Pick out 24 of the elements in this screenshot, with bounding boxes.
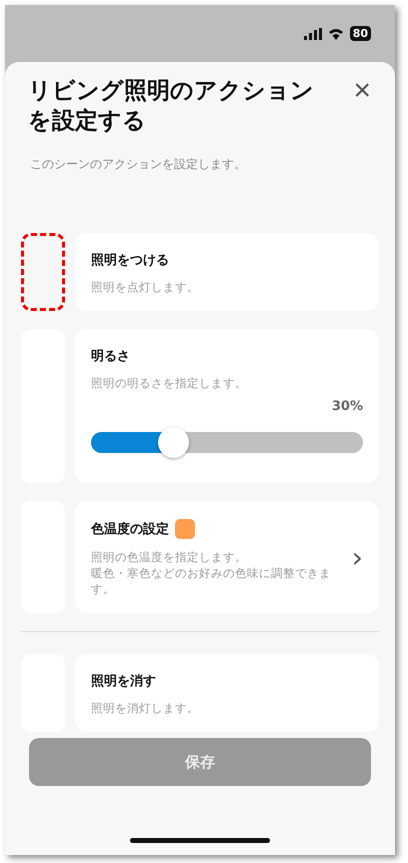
action-description: 暖色・寒色などのお好みの色味に調整できます。 (91, 565, 332, 597)
action-card[interactable]: 照明をつける 照明を点灯します。 (75, 233, 379, 311)
action-card[interactable]: 照明を消す 照明を消灯します。 (75, 654, 379, 732)
close-button[interactable]: × (345, 76, 379, 106)
wifi-icon (328, 28, 344, 40)
action-card[interactable]: 明るさ 照明の明るさを指定します。 30% (75, 329, 379, 483)
action-description: 照明を消灯します。 (91, 700, 200, 716)
brightness-reading: 30% (332, 399, 363, 414)
signal-icon (304, 28, 322, 40)
action-title: 照明を消す (91, 673, 156, 690)
action-card[interactable]: 色温度の設定 照明の色温度を指定します。 暖色・寒色などのお好みの色味に調整できます。 › (75, 501, 379, 613)
action-description: 照明の色温度を指定します。 (91, 549, 248, 565)
battery-level: 80 (350, 26, 371, 41)
chevron-icon: › (352, 544, 363, 572)
action-title: 照明をつける (91, 252, 169, 269)
action-description: 照明の明るさを指定します。 (91, 375, 248, 391)
drag-handle[interactable] (21, 233, 65, 311)
dialog-subtitle: このシーンのアクションを設定します。 (30, 156, 247, 173)
action-title: 色温度の設定 (91, 520, 169, 538)
brightness-slider[interactable] (91, 427, 363, 458)
action-title: 明るさ (91, 348, 130, 365)
dialog-title: リビング照明のアクションを設定する (28, 77, 315, 136)
action-description: 照明を点灯します。 (91, 279, 200, 295)
slider-thumb[interactable] (158, 427, 189, 458)
